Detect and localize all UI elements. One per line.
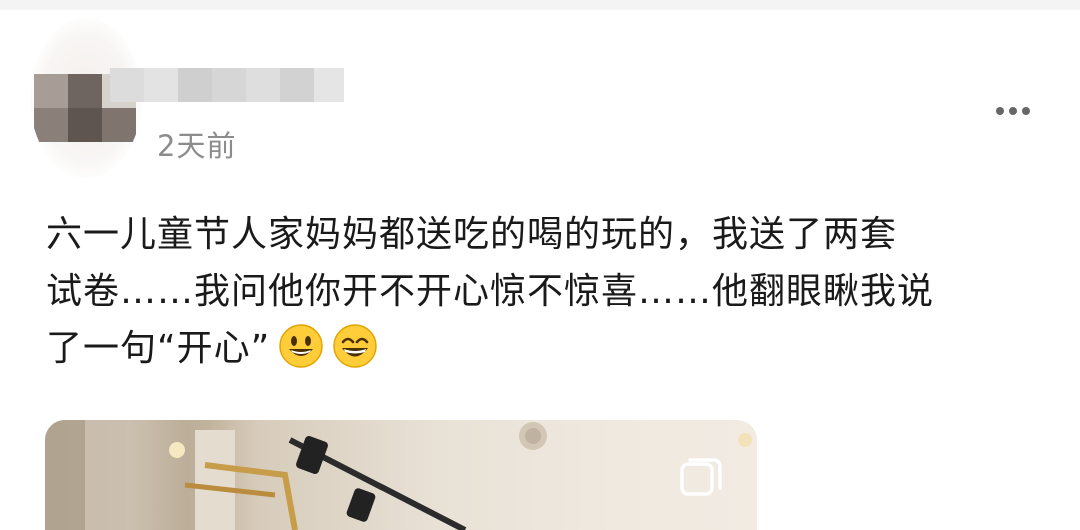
content-line-last: 了一句“开心” xyxy=(46,320,1036,377)
photo-content xyxy=(45,420,752,530)
content-line: 试卷……我问他你开不开心惊不惊喜……他翻眼瞅我说 xyxy=(46,271,935,312)
more-options-button[interactable] xyxy=(990,96,1036,126)
more-dot xyxy=(1022,107,1030,115)
content-line: 六一儿童节人家妈妈都送吃的喝的玩的，我送了两套 xyxy=(46,214,898,255)
post-card: 2天前 六一儿童节人家妈妈都送吃的喝的玩的，我送了两套 试卷……我问他你开不开心… xyxy=(0,10,1080,530)
top-divider xyxy=(0,0,1080,10)
more-horizontal-icon xyxy=(996,107,1004,115)
smiley-icon xyxy=(279,324,324,368)
more-dot xyxy=(1009,107,1017,115)
grin-icon xyxy=(333,324,378,368)
multiple-images-icon xyxy=(680,458,722,496)
post-content: 六一儿童节人家妈妈都送吃的喝的玩的，我送了两套 试卷……我问他你开不开心惊不惊喜… xyxy=(46,206,1036,377)
username-mosaic[interactable] xyxy=(34,68,344,130)
content-line: 了一句“开心” xyxy=(46,328,271,369)
post-time: 2天前 xyxy=(157,129,237,163)
post-image[interactable] xyxy=(45,420,757,530)
